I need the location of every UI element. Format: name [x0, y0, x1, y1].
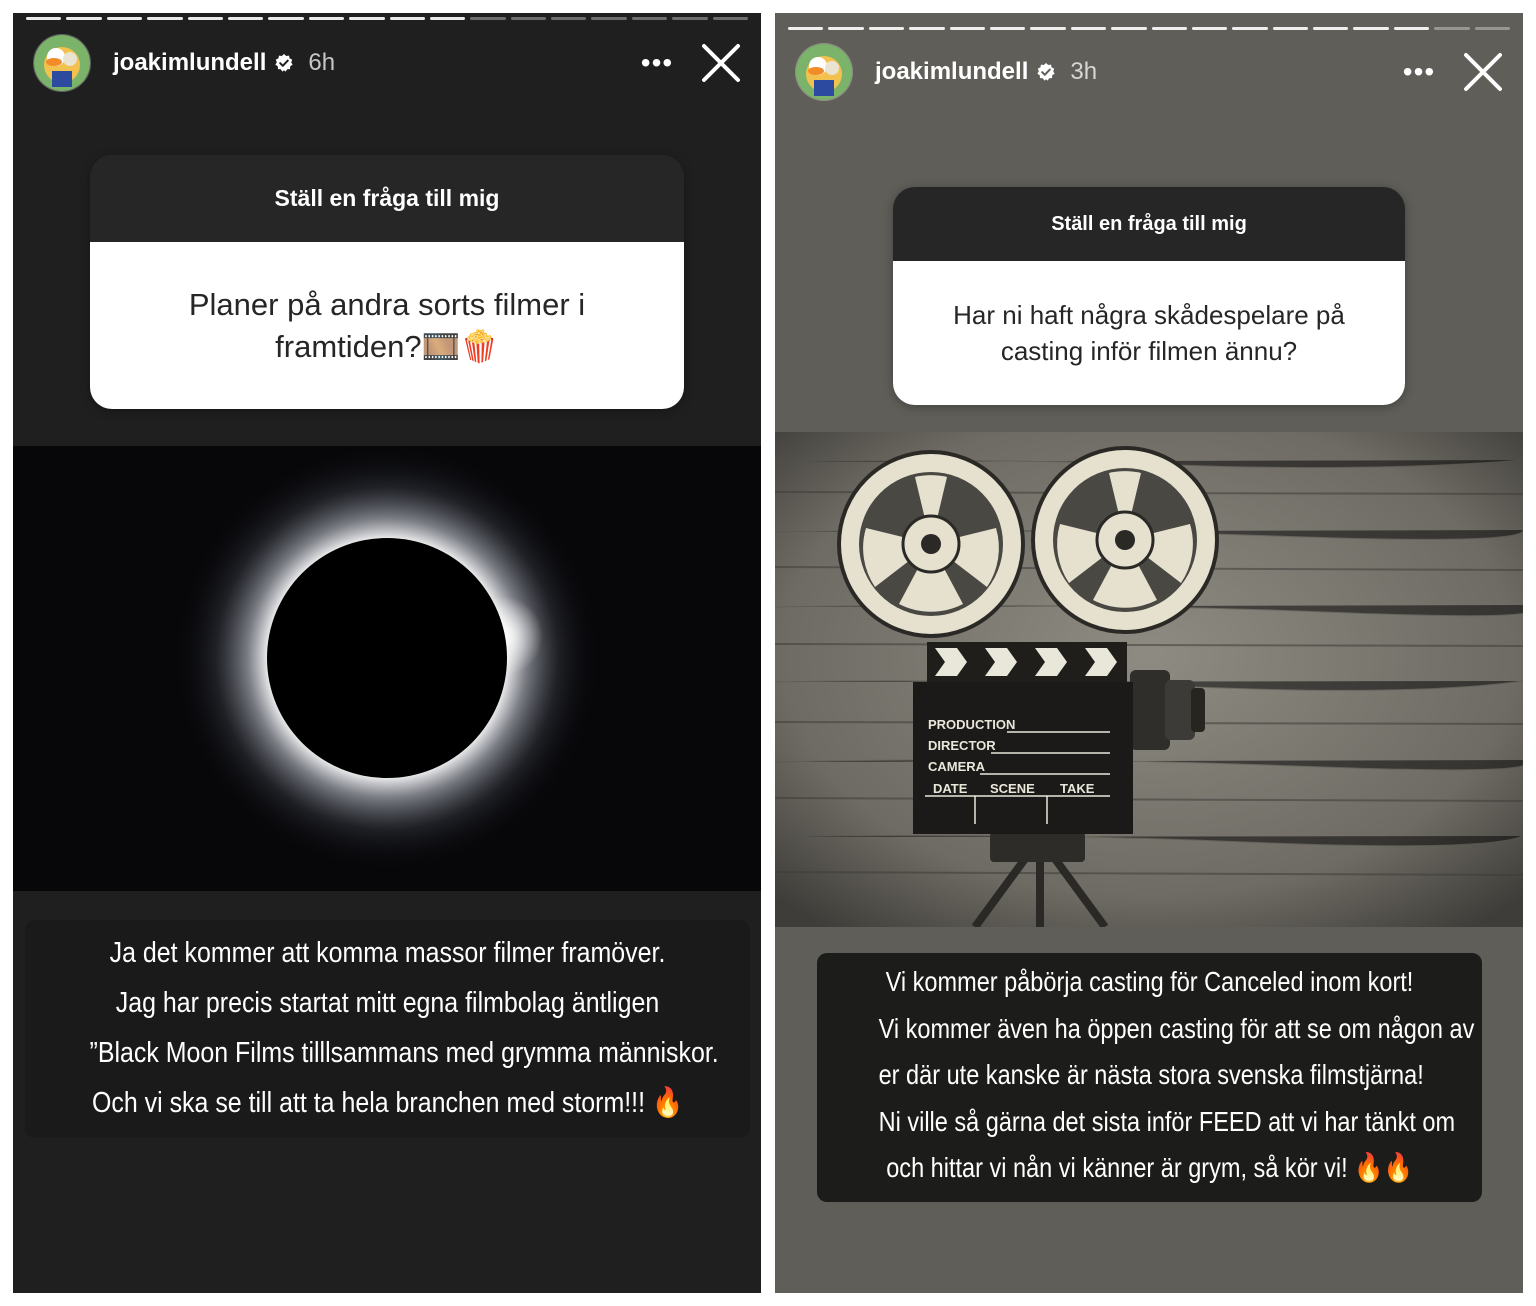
story-progress-bar — [26, 17, 749, 20]
username[interactable]: joakimlundell — [113, 49, 266, 77]
progress-segment — [1393, 27, 1430, 30]
story-header: joakimlundell 6h ••• — [33, 33, 743, 93]
clapper-director-label: DIRECTOR — [928, 738, 996, 753]
clapper-take-label: TAKE — [1060, 781, 1095, 796]
close-icon[interactable] — [1461, 50, 1505, 94]
story-viewer-left[interactable]: joakimlundell 6h ••• Ställ en fråga till… — [13, 13, 761, 1293]
question-text-line: Planer på andra sorts filmer i — [188, 286, 586, 322]
progress-segment — [949, 27, 985, 30]
caption-line: Och vi ska se till att ta hela branchen … — [91, 1087, 684, 1119]
progress-segment — [66, 17, 102, 20]
clapper-camera-label: CAMERA — [928, 759, 986, 774]
progress-segment — [672, 17, 708, 20]
progress-segment — [147, 17, 183, 20]
question-prompt: Ställ en fråga till mig — [893, 187, 1405, 261]
progress-segment — [268, 17, 304, 20]
question-text-line: Har ni haft några skådespelare på — [953, 300, 1345, 330]
progress-segment — [1232, 27, 1268, 30]
progress-segment — [631, 17, 668, 20]
story-caption: Ja det kommer att komma massor filmer fr… — [25, 920, 750, 1138]
progress-segment — [712, 17, 749, 20]
caption-line: Vi kommer påbörja casting för Canceled i… — [885, 966, 1414, 997]
progress-segment — [429, 17, 466, 20]
progress-segment — [1474, 27, 1511, 30]
progress-segment — [1353, 27, 1389, 30]
progress-segment — [1070, 27, 1107, 30]
question-sticker: Ställ en fråga till mig Har ni haft någr… — [893, 187, 1405, 405]
question-text-line: framtiden?🎞️🍿 — [275, 328, 499, 364]
progress-segment — [828, 27, 864, 30]
story-progress-bar — [788, 27, 1511, 30]
question-text: Planer på andra sorts filmer i framtiden… — [90, 242, 684, 409]
progress-segment — [1030, 27, 1066, 30]
progress-segment — [349, 17, 385, 20]
caption-line: er där ute kanske är nästa stora svenska… — [878, 1059, 1424, 1090]
post-time: 3h — [1070, 58, 1098, 85]
progress-segment — [1111, 27, 1147, 30]
progress-segment — [909, 27, 945, 30]
progress-segment — [1272, 27, 1309, 30]
clapper-scene-label: SCENE — [990, 781, 1035, 796]
progress-segment — [308, 17, 345, 20]
question-text: Har ni haft några skådespelare på castin… — [893, 261, 1405, 405]
film-reel-right — [1031, 446, 1219, 634]
film-camera-photo: PRODUCTION DIRECTOR CAMERA DATE SCENE TA… — [775, 432, 1523, 927]
avatar[interactable] — [33, 34, 91, 92]
progress-segment — [1191, 27, 1228, 30]
clapper-production-label: PRODUCTION — [928, 717, 1015, 732]
question-sticker: Ställ en fråga till mig Planer på andra … — [90, 155, 684, 409]
progress-segment — [470, 17, 506, 20]
film-reel-left — [837, 450, 1025, 638]
post-time: 6h — [308, 49, 336, 76]
caption-line: ”Black Moon Films tilllsammans med grymm… — [89, 1037, 719, 1069]
vintage-film-camera-image: PRODUCTION DIRECTOR CAMERA DATE SCENE TA… — [775, 432, 1523, 927]
eclipse-photo — [13, 446, 761, 891]
caption-line: Ja det kommer att komma massor filmer fr… — [109, 937, 666, 969]
progress-segment — [551, 17, 587, 20]
progress-segment — [1434, 27, 1470, 30]
progress-segment — [868, 27, 905, 30]
verified-badge-icon — [1037, 63, 1055, 81]
clapper-date-label: DATE — [933, 781, 968, 796]
caption-line: Ni ville så gärna det sista inför FEED a… — [878, 1105, 1456, 1137]
progress-segment — [227, 17, 264, 20]
story-header: joakimlundell 3h ••• — [795, 42, 1505, 102]
story-viewer-right[interactable]: joakimlundell 3h ••• Ställ en fråga till… — [775, 13, 1523, 1293]
question-text-line: casting inför filmen ännu? — [1000, 336, 1298, 366]
story-caption: Vi kommer påbörja casting för Canceled i… — [817, 953, 1482, 1202]
solar-eclipse-image — [13, 446, 761, 891]
caption-line: Jag har precis startat mitt egna filmbol… — [115, 987, 660, 1019]
username[interactable]: joakimlundell — [875, 58, 1028, 86]
progress-segment — [26, 17, 62, 20]
progress-segment — [1313, 27, 1349, 30]
question-prompt: Ställ en fråga till mig — [90, 155, 684, 242]
more-options-icon[interactable]: ••• — [627, 49, 687, 77]
progress-segment — [389, 17, 425, 20]
progress-segment — [591, 17, 627, 20]
progress-segment — [106, 17, 143, 20]
progress-segment — [989, 27, 1026, 30]
caption-line: Vi kommer även ha öppen casting för att … — [878, 1012, 1475, 1044]
caption-line: och hittar vi nån vi känner är grym, så … — [886, 1152, 1413, 1183]
progress-segment — [1151, 27, 1187, 30]
progress-segment — [788, 27, 824, 30]
more-options-icon[interactable]: ••• — [1389, 58, 1449, 86]
progress-segment — [510, 17, 547, 20]
progress-segment — [187, 17, 223, 20]
avatar[interactable] — [795, 43, 853, 101]
close-icon[interactable] — [699, 41, 743, 85]
verified-badge-icon — [275, 54, 293, 72]
